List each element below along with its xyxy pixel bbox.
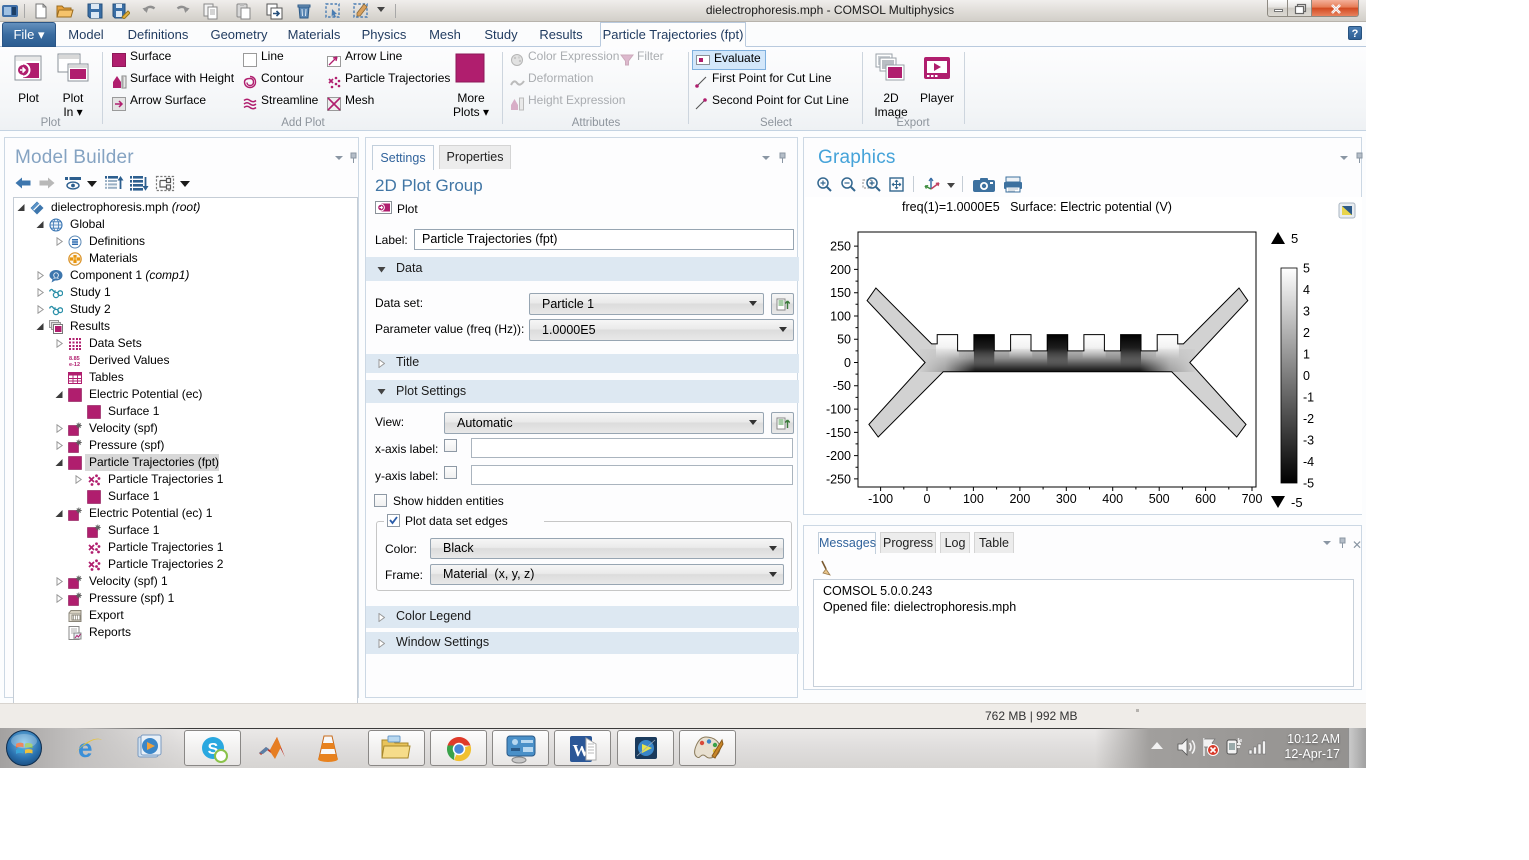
svg-text:5: 5 (1291, 231, 1298, 246)
svg-text:300: 300 (1056, 492, 1077, 506)
svg-text:4: 4 (1303, 283, 1310, 297)
svg-text:600: 600 (1195, 492, 1216, 506)
svg-text:700: 700 (1242, 492, 1263, 506)
svg-text:250: 250 (830, 240, 851, 254)
svg-text:-5: -5 (1303, 477, 1314, 491)
svg-text:2: 2 (1303, 326, 1310, 340)
svg-text:1: 1 (1303, 348, 1310, 362)
svg-text:200: 200 (1009, 492, 1030, 506)
svg-text:0: 0 (924, 492, 931, 506)
svg-text:150: 150 (830, 286, 851, 300)
svg-text:400: 400 (1102, 492, 1123, 506)
svg-text:-2: -2 (1303, 412, 1314, 426)
svg-text:-50: -50 (833, 379, 851, 393)
svg-text:0: 0 (844, 356, 851, 370)
svg-text:-200: -200 (826, 449, 851, 463)
svg-text:-150: -150 (826, 426, 851, 440)
svg-text:100: 100 (963, 492, 984, 506)
svg-text:-4: -4 (1303, 455, 1314, 469)
svg-text:5: 5 (1303, 262, 1310, 276)
svg-text:200: 200 (830, 263, 851, 277)
svg-text:-3: -3 (1303, 434, 1314, 448)
svg-text:50: 50 (837, 333, 851, 347)
svg-text:0: 0 (1303, 369, 1310, 383)
svg-text:100: 100 (830, 309, 851, 323)
svg-text:-100: -100 (868, 492, 893, 506)
svg-text:-5: -5 (1291, 495, 1303, 510)
svg-text:500: 500 (1149, 492, 1170, 506)
svg-text:-100: -100 (826, 403, 851, 417)
svg-text:3: 3 (1303, 305, 1310, 319)
svg-text:freq(1)=1.0000E5 Surface: El: freq(1)=1.0000E5 Surface: Electric poten… (902, 200, 1172, 214)
svg-text:-250: -250 (826, 472, 851, 486)
svg-text:-1: -1 (1303, 391, 1314, 405)
